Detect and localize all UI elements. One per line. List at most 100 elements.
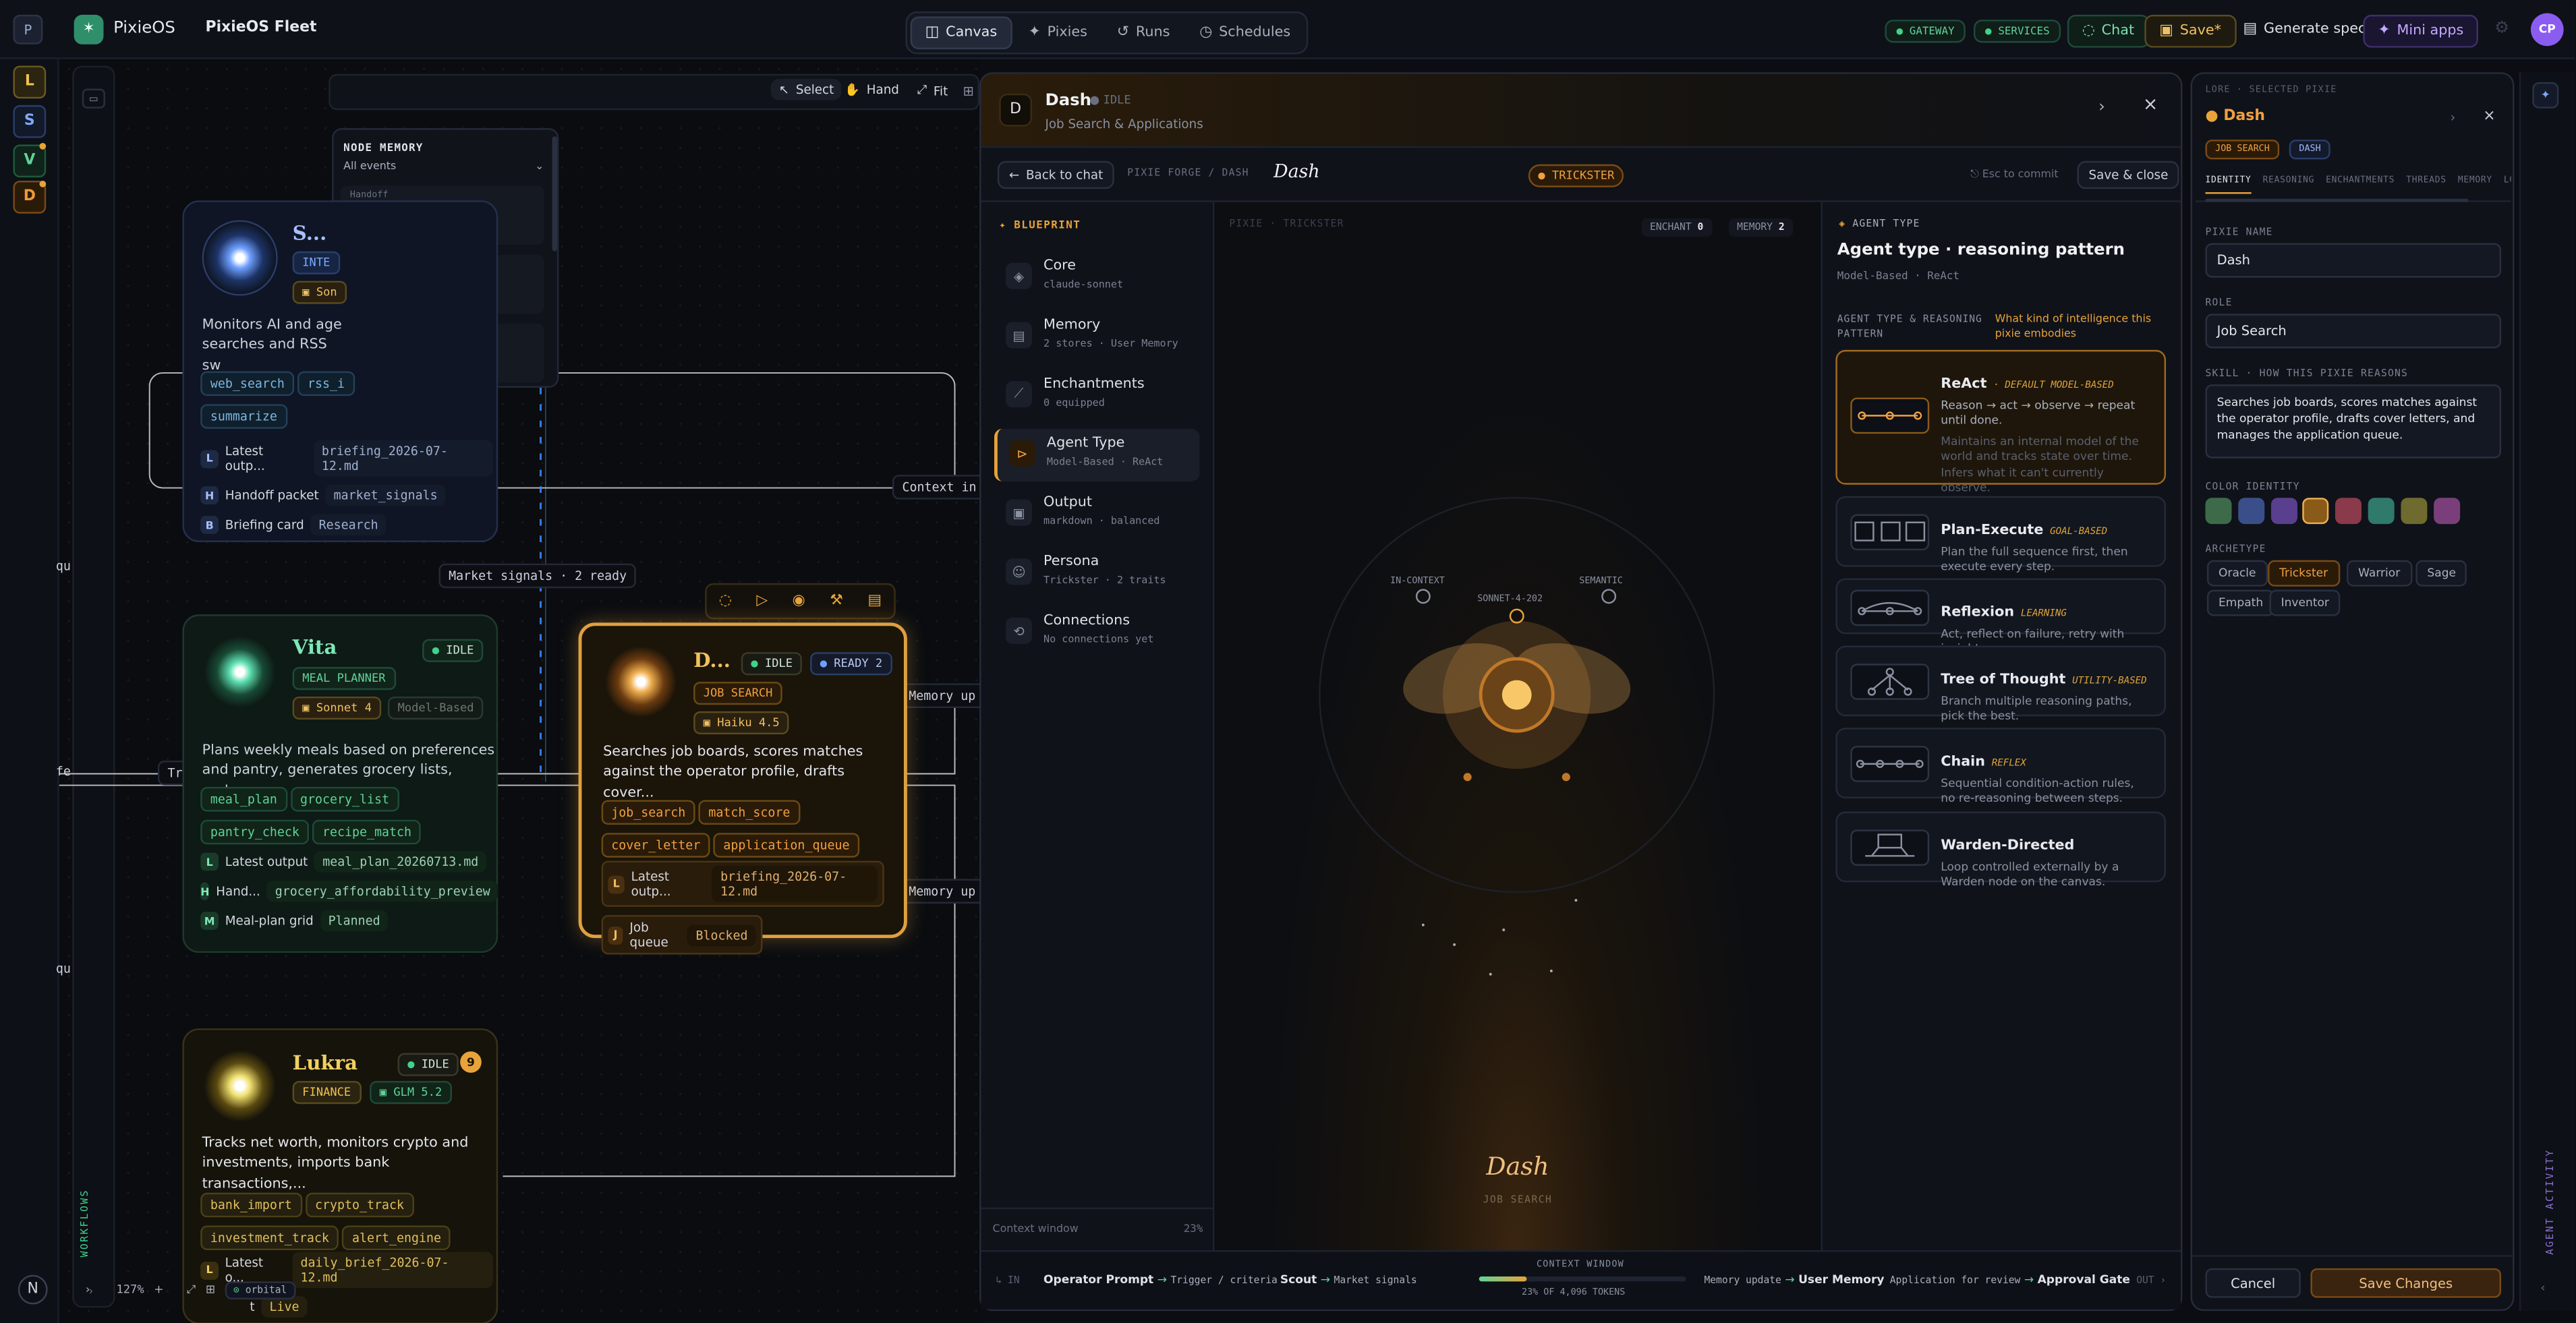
output-row[interactable]: L Latest outp... briefing_2026-07-12.md — [200, 440, 493, 477]
tab-canvas[interactable]: ◫ Canvas — [910, 16, 1012, 50]
skill-chip[interactable]: crypto_track — [305, 1192, 414, 1218]
color-swatch[interactable] — [2335, 498, 2362, 525]
output-row[interactable]: J Job queue Blocked — [601, 915, 763, 955]
color-swatch[interactable] — [2401, 498, 2428, 525]
hand-tool-button[interactable]: ✋ Hand — [836, 79, 907, 100]
memory-filter-select[interactable]: All events ⌄ — [343, 159, 544, 179]
tab-schedules[interactable]: ◷ Schedules — [1186, 16, 1304, 49]
chat-button[interactable]: ◌ Chat — [2067, 14, 2150, 48]
blueprint-item-output[interactable]: ▣ Output markdown · balanced — [994, 488, 1200, 541]
skill-chip[interactable]: bank_import — [200, 1192, 302, 1218]
blueprint-item-memory[interactable]: ▤ Memory 2 stores · User Memory — [994, 310, 1200, 363]
next-chevron-icon[interactable]: › — [2098, 98, 2105, 117]
add-panel-icon[interactable]: ✦ — [2532, 82, 2559, 109]
flow-scout[interactable]: Scout → Market signals — [1280, 1273, 1417, 1286]
agent-activity-label[interactable]: AGENT ACTIVITY — [2545, 1136, 2556, 1268]
skill-chip[interactable]: match_score — [698, 800, 801, 825]
close-icon[interactable]: × — [2143, 94, 2158, 115]
blueprint-item-core[interactable]: ◈ Core claude-sonnet — [994, 252, 1200, 304]
wrench-icon[interactable]: ⚒ — [830, 593, 843, 610]
skill-chip[interactable]: summarize — [200, 404, 287, 429]
select-tool-button[interactable]: ↖ Select — [770, 78, 842, 100]
save-changes-button[interactable]: Save Changes — [2310, 1268, 2502, 1298]
output-row[interactable]: B Briefing card Research — [200, 514, 493, 536]
tab-runs[interactable]: ↺ Runs — [1104, 16, 1183, 49]
pixie-card-s[interactable]: S... INTE ▣ Son Monitors AI and age sear… — [182, 200, 498, 542]
collapse-chevron-icon[interactable]: ‹ — [2541, 1281, 2546, 1294]
flow-memory-update[interactable]: Memory update → User Memory — [1704, 1273, 1884, 1286]
fit-button[interactable]: ⤢ Fit — [909, 79, 956, 102]
services-badge[interactable]: ● SERVICES — [1973, 20, 2061, 43]
gateway-badge[interactable]: ● GATEWAY — [1885, 20, 1966, 43]
rp-close-icon[interactable]: × — [2483, 109, 2495, 125]
archetype-sage[interactable]: Sage — [2415, 560, 2468, 587]
zoom-in-icon[interactable]: + — [154, 1283, 163, 1296]
agent-option-tree-of-thought[interactable]: Tree of Thought UTILITY-BASED Branch mult… — [1835, 645, 2167, 724]
blueprint-item-connections[interactable]: ⟲ Connections No connections yet — [994, 606, 1200, 659]
memory-scrollbar[interactable] — [552, 136, 557, 252]
archetype-empath[interactable]: Empath — [2206, 589, 2275, 616]
agent-option-chain[interactable]: Chain REFLEX Sequential condition-action … — [1835, 728, 2167, 806]
skill-chip[interactable]: recipe_match — [312, 819, 422, 845]
chat-icon[interactable]: ◌ — [719, 593, 732, 610]
rail-pixie-s[interactable]: S — [13, 105, 47, 138]
agent-option-reflexion[interactable]: Reflexion LEARNING Act, reflect on failur… — [1835, 578, 2167, 656]
mini-apps-button[interactable]: ✦ Mini apps — [2363, 14, 2479, 48]
pixie-name-input[interactable]: Dash — [2205, 243, 2502, 278]
layout-mode-button[interactable]: ⊙ orbital — [225, 1281, 295, 1299]
blueprint-item-enchantments[interactable]: ⟋ Enchantments 0 equipped — [994, 370, 1200, 422]
archetype-warrior[interactable]: Warrior — [2347, 560, 2412, 587]
workspace-button[interactable]: P — [13, 14, 43, 45]
user-avatar[interactable]: CP — [2530, 13, 2564, 47]
color-swatch-selected[interactable] — [2302, 498, 2329, 525]
blueprint-item-persona[interactable]: ☺ Persona Trickster · 2 traits — [994, 547, 1200, 599]
role-input[interactable]: Job Search — [2205, 314, 2502, 349]
skill-chip[interactable]: meal_plan — [200, 786, 287, 812]
pixie-card-vita[interactable]: Vita ● IDLE MEAL PLANNER ▣ Sonnet 4 Mode… — [182, 614, 498, 953]
agent-option-react[interactable]: ReAct · DEFAULT MODEL-BASED Reason → act … — [1835, 349, 2167, 495]
edge-label-market[interactable]: Market signals · 2 ready — [438, 563, 637, 589]
tab-enchantments[interactable]: ENCHANTMENTS — [2326, 176, 2395, 201]
eye-icon[interactable]: ◉ — [793, 593, 805, 610]
edge-label-qu[interactable]: qu — [56, 961, 71, 976]
settings-icon[interactable]: ⚙ — [2494, 20, 2509, 38]
tab-identity[interactable]: IDENTITY — [2205, 176, 2252, 194]
skill-chip[interactable]: web_search — [200, 371, 295, 396]
rail-pixie-v[interactable]: V — [13, 144, 47, 178]
rp-tab-scrollbar[interactable] — [2205, 198, 2469, 202]
document-icon[interactable]: ▤ — [867, 593, 882, 610]
rail-pixie-l[interactable]: L — [13, 65, 47, 99]
back-to-chat-button[interactable]: ← Back to chat — [997, 160, 1115, 189]
play-icon[interactable]: ▷ — [756, 593, 768, 610]
color-swatch[interactable] — [2238, 498, 2265, 525]
save-close-button[interactable]: Save & close — [2077, 160, 2180, 189]
skill-textarea[interactable]: Searches job boards, scores matches agai… — [2205, 384, 2502, 459]
blueprint-item-agent-type[interactable]: ⊳ Agent Type Model-Based · ReAct — [994, 428, 1200, 481]
color-swatch[interactable] — [2368, 498, 2395, 525]
flow-operator-prompt[interactable]: Operator Prompt → Trigger / criteria — [1043, 1273, 1278, 1286]
output-row[interactable]: L Latest outp... briefing_2026-07-12.md — [601, 860, 884, 907]
archetype-trickster[interactable]: Trickster — [2268, 560, 2340, 587]
archetype-inventor[interactable]: Inventor — [2269, 589, 2341, 616]
zoom-level[interactable]: 127% — [117, 1283, 144, 1296]
grid-icon[interactable]: ⊞ — [963, 84, 974, 98]
save-button[interactable]: ▣ Save* — [2144, 14, 2236, 48]
color-swatch[interactable] — [2270, 498, 2297, 525]
collapse-chevron-icon[interactable]: › — [86, 1283, 90, 1296]
skill-chip[interactable]: pantry_check — [200, 819, 310, 845]
output-row[interactable]: M Meal-plan grid Planned — [200, 910, 493, 932]
rp-prev-icon[interactable]: › — [2451, 110, 2456, 125]
output-row[interactable]: H Hand... grocery_affordability_preview — [200, 880, 498, 902]
edge-label-memory-2[interactable]: Memory up — [898, 879, 985, 904]
flow-approval[interactable]: Application for review → Approval Gate — [1890, 1273, 2130, 1286]
edge-label-fe[interactable]: fe — [56, 764, 71, 779]
archetype-oracle[interactable]: Oracle — [2206, 560, 2268, 587]
agent-option-warden[interactable]: Warden-Directed Loop controlled external… — [1835, 811, 2167, 889]
tab-lore[interactable]: LORE — [2504, 176, 2511, 201]
cancel-button[interactable]: Cancel — [2205, 1268, 2301, 1298]
generate-spec-button[interactable]: ▤ Generate spec — [2230, 15, 2379, 45]
edge-label-qu[interactable]: qu — [56, 558, 71, 573]
north-icon[interactable]: N — [18, 1274, 48, 1305]
color-swatch[interactable] — [2434, 498, 2461, 525]
agent-option-plan-execute[interactable]: Plan-Execute GOAL-BASED Plan the full seq… — [1835, 496, 2167, 574]
